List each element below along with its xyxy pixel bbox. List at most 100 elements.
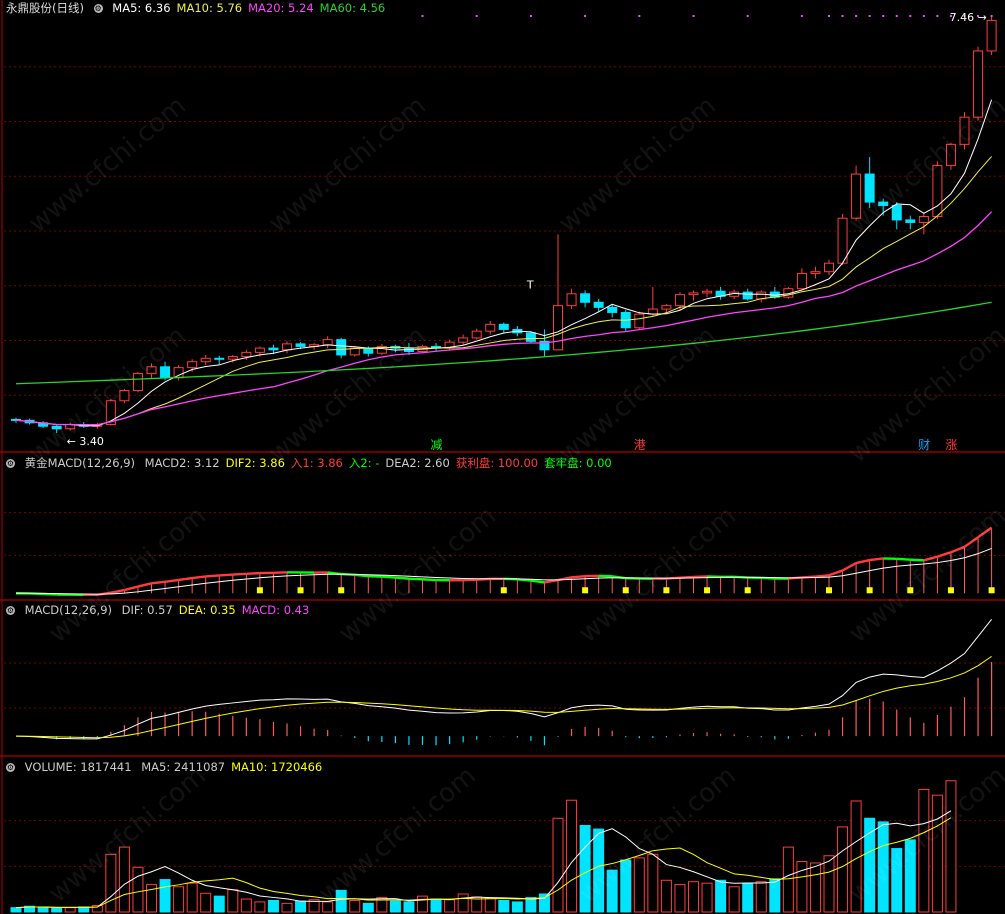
top-dot bbox=[895, 15, 898, 17]
volume-bar bbox=[918, 788, 930, 913]
volume-bar bbox=[349, 899, 361, 913]
candle-body bbox=[363, 347, 374, 354]
volume-bar bbox=[335, 889, 347, 913]
volume-bar bbox=[552, 817, 564, 913]
dif2-line bbox=[246, 571, 260, 576]
candle-body bbox=[878, 201, 889, 206]
volume-bar bbox=[498, 899, 510, 913]
top-dot bbox=[800, 15, 803, 17]
dif2-line bbox=[395, 576, 410, 580]
volume-bar bbox=[389, 900, 401, 913]
dif2-line bbox=[205, 574, 220, 578]
settings-icon[interactable]: ⚙ bbox=[93, 4, 103, 13]
macd-field-2: MACD: 0.43 bbox=[241, 603, 310, 617]
stock-title: 永鼎股份(日线) bbox=[6, 1, 84, 15]
settings-icon[interactable]: ⚙ bbox=[6, 459, 15, 468]
top-dot bbox=[990, 15, 993, 17]
top-dot bbox=[882, 15, 885, 17]
candle-body bbox=[200, 357, 211, 363]
gold-square bbox=[500, 587, 507, 594]
volume-bar bbox=[566, 799, 578, 913]
gold-square bbox=[907, 587, 914, 594]
volume-bar bbox=[633, 857, 645, 913]
event-marker: 减 bbox=[431, 438, 443, 452]
volume-bar bbox=[755, 881, 767, 913]
volume-bar bbox=[457, 893, 469, 913]
volume-bar bbox=[105, 853, 117, 913]
volume-header: ⚙ VOLUME: 1817441 MA5: 2411087 MA10: 1720… bbox=[6, 759, 334, 775]
candle-body bbox=[268, 347, 279, 351]
dif2-line bbox=[219, 573, 233, 577]
volume-title: VOLUME: 1817441 bbox=[24, 760, 132, 774]
candle-body bbox=[187, 361, 198, 369]
low-price-label: ← 3.40 bbox=[67, 435, 104, 448]
candle-body bbox=[295, 343, 306, 347]
dif2-line bbox=[151, 580, 166, 585]
candle-body bbox=[607, 306, 618, 313]
volume-bar bbox=[701, 882, 713, 913]
candle-body bbox=[973, 50, 984, 118]
settings-icon[interactable]: ⚙ bbox=[6, 606, 15, 615]
settings-icon[interactable]: ⚙ bbox=[6, 763, 15, 772]
candle-body bbox=[918, 216, 929, 223]
dif2-line bbox=[869, 557, 884, 562]
dif2-line bbox=[192, 575, 206, 580]
candle-body bbox=[959, 116, 970, 145]
volume-bar bbox=[444, 899, 456, 913]
volume-bar bbox=[877, 821, 889, 913]
candle-body bbox=[593, 301, 604, 308]
candle-body bbox=[661, 305, 672, 310]
candle-body bbox=[227, 356, 238, 360]
volume-bar bbox=[430, 898, 442, 913]
volume-bar bbox=[417, 895, 428, 913]
candle-body bbox=[824, 262, 834, 273]
volume-bar bbox=[37, 906, 49, 913]
volume-bar bbox=[891, 848, 903, 913]
candle-body bbox=[51, 425, 62, 430]
volume-bar bbox=[227, 889, 239, 913]
volume-field-1: MA10: 1720466 bbox=[231, 760, 323, 774]
macd-legend: DIF: 0.57 DEA: 0.35 MACD: 0.43 bbox=[122, 603, 316, 617]
candle-body bbox=[891, 204, 902, 221]
candle-body bbox=[132, 373, 143, 392]
top-dot bbox=[421, 15, 424, 17]
volume-bar bbox=[728, 886, 740, 913]
candle-body bbox=[932, 165, 943, 218]
dif2-line bbox=[896, 557, 911, 561]
gold-square bbox=[988, 587, 995, 594]
volume-bar bbox=[931, 794, 943, 913]
candle-body bbox=[553, 305, 563, 351]
macd-field-0: DIF: 0.57 bbox=[121, 603, 173, 617]
candle-body bbox=[485, 323, 496, 332]
gold-square bbox=[338, 587, 345, 594]
gold-square bbox=[256, 587, 263, 594]
volume-bar bbox=[904, 839, 916, 913]
volume-bar bbox=[782, 846, 794, 913]
candle-body bbox=[837, 217, 848, 264]
dif2-line bbox=[910, 558, 924, 562]
candle-body bbox=[810, 271, 821, 274]
candle-body bbox=[254, 347, 265, 353]
ma-label-0: MA5: 6.36 bbox=[112, 1, 171, 15]
volume-bar bbox=[742, 882, 754, 913]
top-dot bbox=[909, 15, 912, 17]
volume-bar bbox=[945, 780, 957, 913]
gold-field-2: 入1: 3.86 bbox=[290, 456, 343, 470]
gold-square bbox=[826, 587, 832, 594]
volume-bar bbox=[484, 897, 496, 913]
top-dot bbox=[584, 15, 587, 17]
gold-square bbox=[744, 587, 751, 594]
volume-bar bbox=[64, 907, 76, 913]
candle-body bbox=[471, 330, 482, 339]
gold-square bbox=[297, 587, 304, 594]
volume-bar bbox=[538, 893, 550, 913]
top-dot bbox=[936, 15, 939, 17]
event-marker: 港 bbox=[634, 438, 646, 452]
volume-bar bbox=[186, 882, 198, 913]
candle-body bbox=[214, 357, 225, 360]
candle-body bbox=[688, 292, 699, 296]
candle-body bbox=[796, 272, 807, 290]
candle-body bbox=[905, 219, 916, 223]
top-dot bbox=[828, 15, 830, 17]
volume-bar bbox=[322, 901, 334, 913]
